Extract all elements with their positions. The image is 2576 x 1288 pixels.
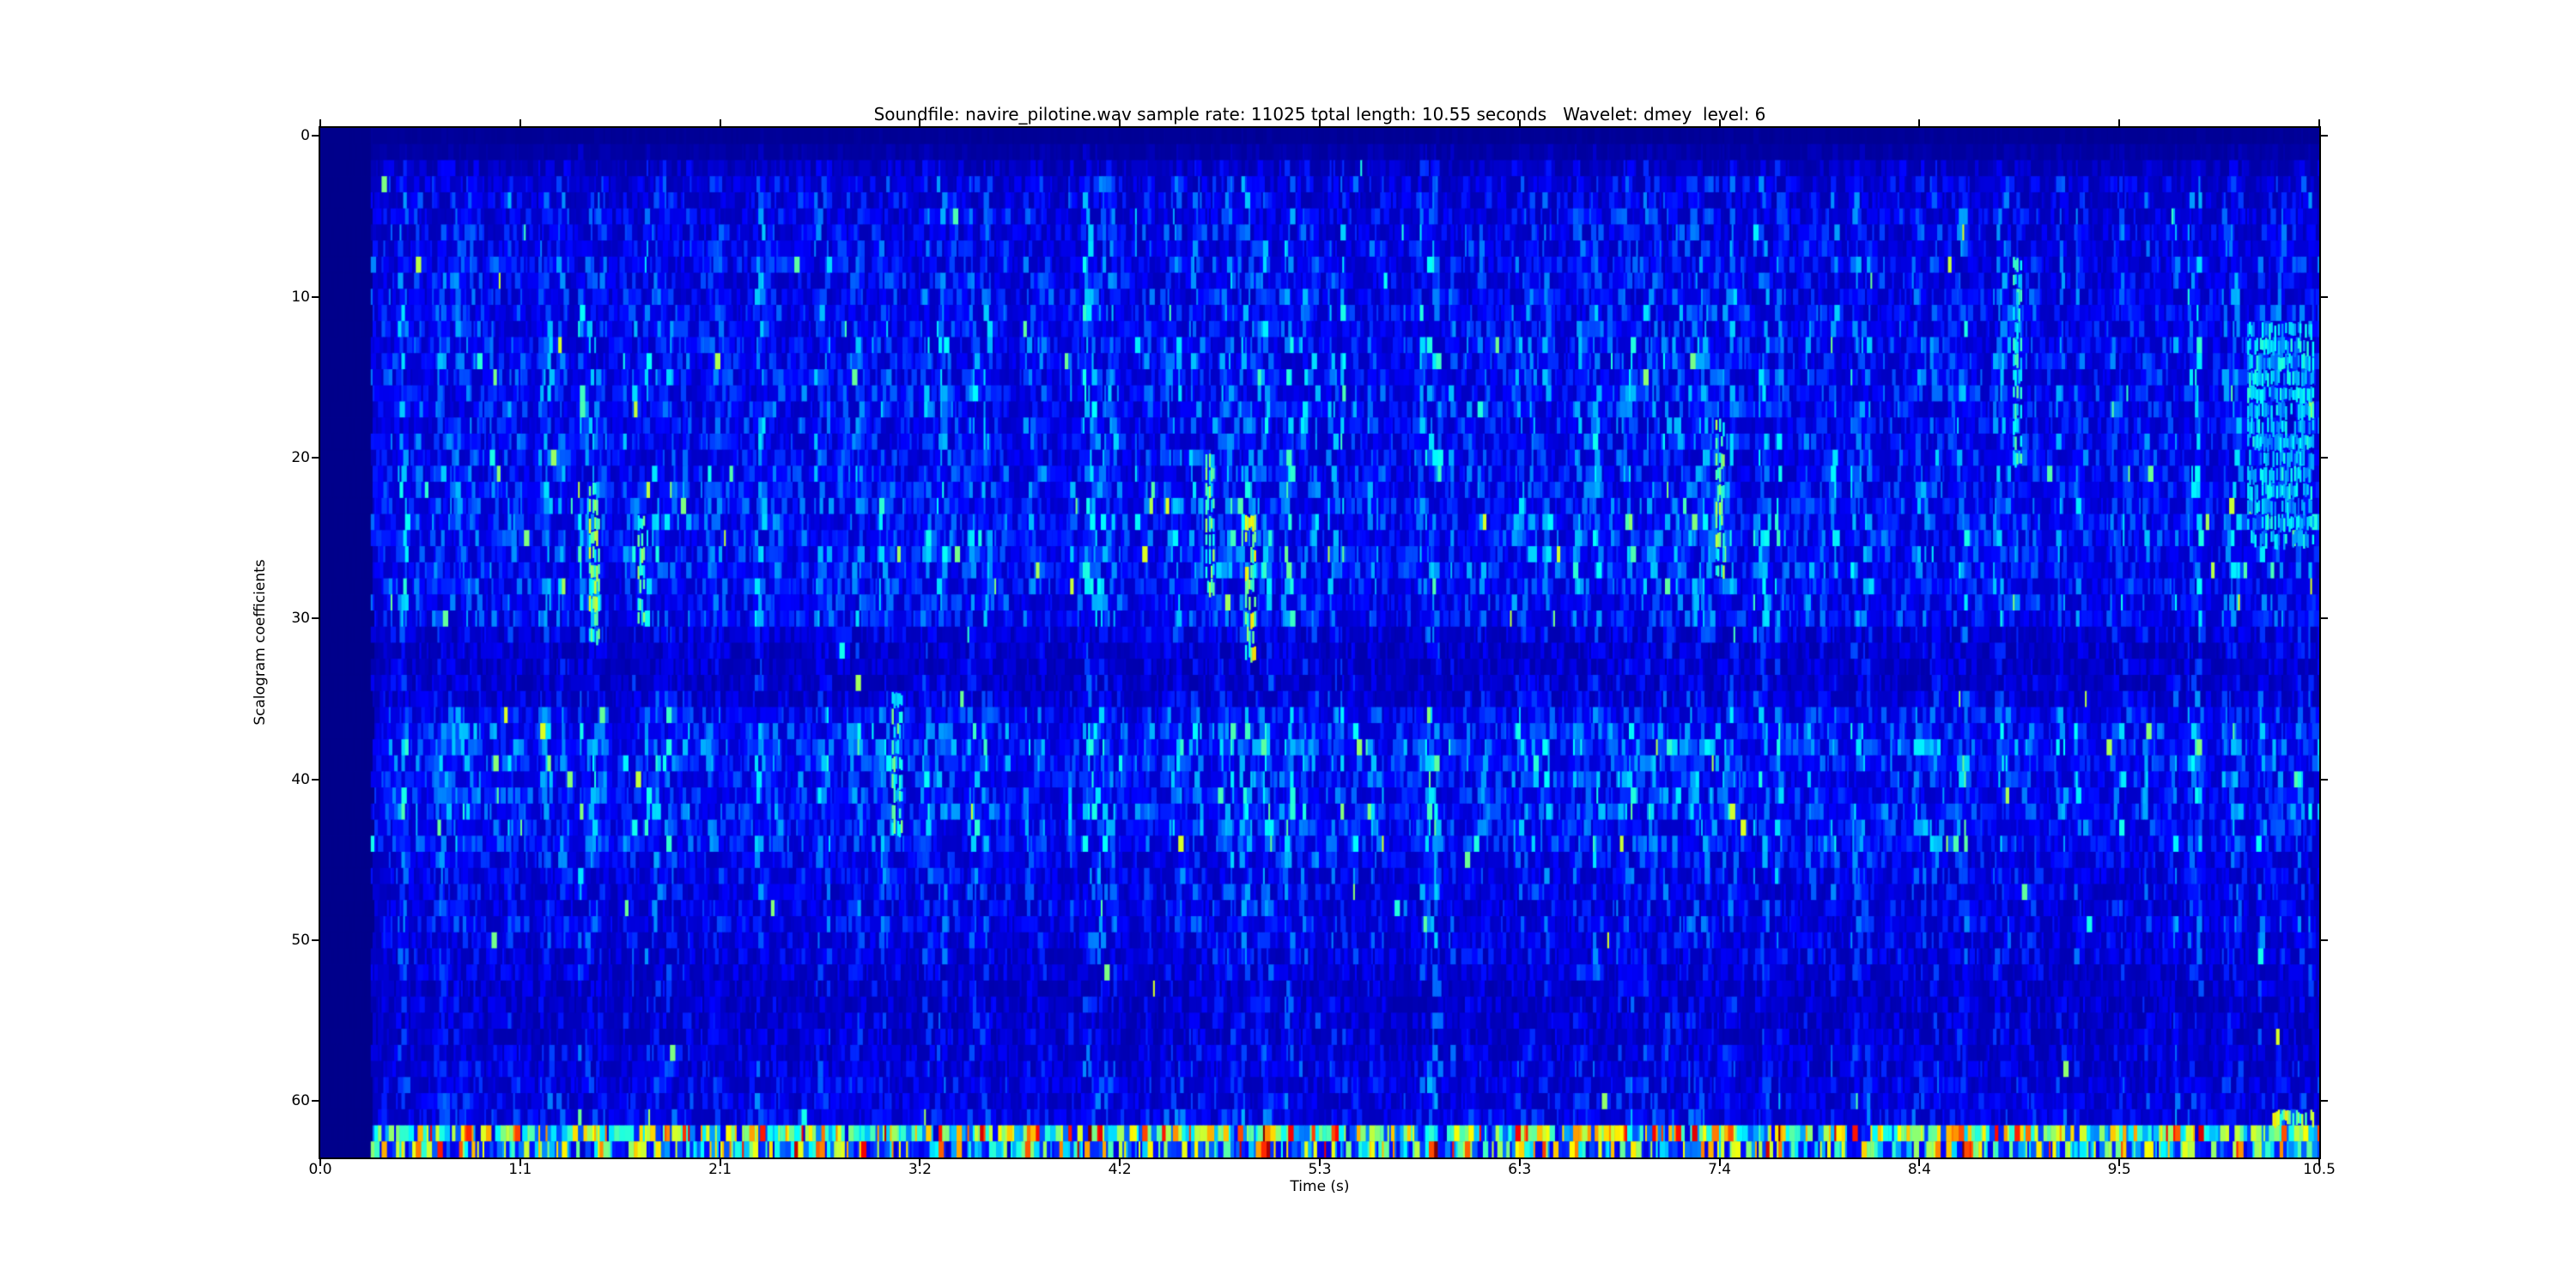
x-tick-label: 5.3 [1281, 1161, 1358, 1179]
y-tick-mark [312, 939, 319, 941]
x-tick-mark-top [1319, 119, 1321, 126]
y-tick-label: 30 [243, 609, 310, 628]
x-tick-mark-top [1918, 119, 1920, 126]
x-tick-label: 2.1 [682, 1161, 759, 1179]
figure: Soundfile: navire_pilotine.wav sample ra… [0, 0, 2576, 1288]
x-tick-label: 1.1 [482, 1161, 559, 1179]
x-tick-mark-top [1519, 119, 1521, 126]
y-tick-label: 10 [243, 288, 310, 307]
x-axis-label: Time (s) [320, 1178, 2319, 1195]
y-tick-mark-right [2321, 779, 2328, 781]
scalogram-heatmap [320, 128, 2319, 1157]
y-tick-mark [312, 135, 319, 137]
x-tick-mark-top [2118, 119, 2120, 126]
x-tick-mark-top [519, 119, 521, 126]
x-tick-label: 4.2 [1081, 1161, 1158, 1179]
y-tick-label: 60 [243, 1091, 310, 1110]
x-tick-label: 3.2 [881, 1161, 958, 1179]
y-tick-mark-right [2321, 135, 2328, 137]
y-tick-label: 0 [243, 126, 310, 145]
y-tick-mark-right [2321, 617, 2328, 619]
y-axis-label: Scalogram coefficients [252, 559, 269, 725]
y-tick-mark-right [2321, 1100, 2328, 1102]
x-tick-mark-top [1719, 119, 1721, 126]
y-tick-label: 20 [243, 448, 310, 467]
y-tick-mark-right [2321, 457, 2328, 459]
x-tick-mark-top [1119, 119, 1121, 126]
x-tick-label: 7.4 [1681, 1161, 1759, 1179]
x-tick-label: 8.4 [1880, 1161, 1958, 1179]
x-tick-mark-top [720, 119, 721, 126]
y-tick-mark [312, 1100, 319, 1102]
x-tick-label: 6.3 [1481, 1161, 1558, 1179]
x-tick-mark-top [919, 119, 920, 126]
y-tick-mark [312, 457, 319, 459]
y-tick-label: 50 [243, 931, 310, 950]
x-tick-label: 10.5 [2281, 1161, 2358, 1179]
y-tick-label: 40 [243, 770, 310, 789]
x-tick-label: 0.0 [282, 1161, 359, 1179]
x-tick-label: 9.5 [2081, 1161, 2158, 1179]
y-tick-mark [312, 779, 319, 781]
x-tick-mark-top [319, 119, 321, 126]
y-tick-mark-right [2321, 296, 2328, 298]
y-tick-mark-right [2321, 939, 2328, 941]
y-tick-mark [312, 296, 319, 298]
y-tick-mark [312, 617, 319, 619]
x-tick-mark-top [2318, 119, 2320, 126]
